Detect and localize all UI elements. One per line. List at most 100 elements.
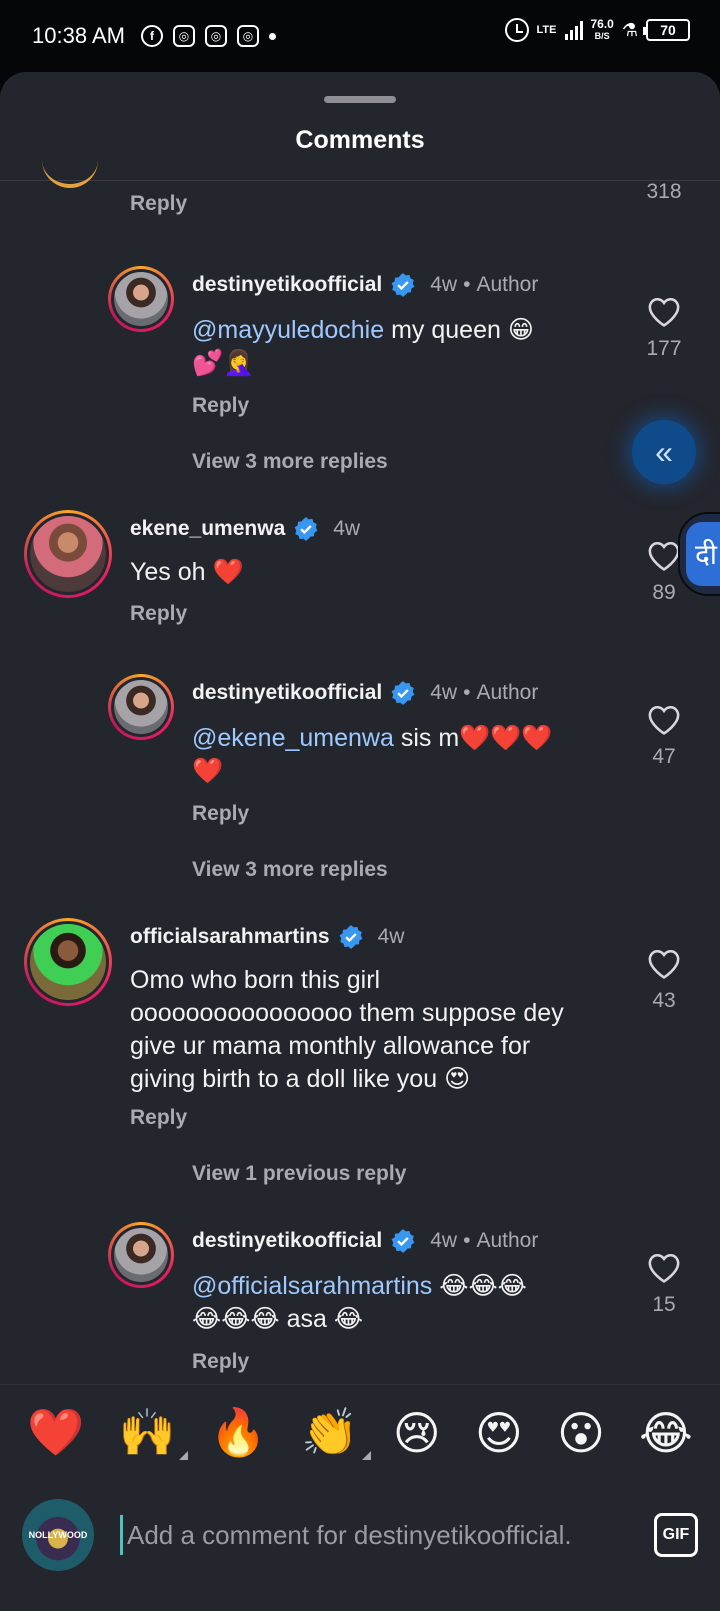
network-speed-unit: B/S (594, 30, 610, 41)
like-count: 177 (646, 337, 682, 360)
instagram-icon: ◎ (204, 25, 227, 47)
verified-badge-icon (339, 925, 362, 949)
like-count: 15 (652, 1293, 676, 1316)
translator-side-tab[interactable]: दी (678, 512, 720, 596)
comment-age: 4w (333, 517, 361, 540)
like-count: 318 (646, 180, 682, 203)
alarm-icon (504, 18, 529, 42)
reply-button[interactable]: Reply (130, 192, 187, 216)
comment-text: @mayyuledochie my queen 😁 💕🤦‍♀️ (192, 314, 592, 380)
like-button[interactable]: 15 (634, 1252, 694, 1317)
comment-username[interactable]: destinyetikoofficial (192, 273, 382, 297)
like-button[interactable]: 43 (634, 948, 694, 1013)
comment-text: Omo who born this girl oooooooooooooooo … (130, 964, 620, 1096)
emoji-quick-bar: ❤️ 🙌 🔥 👏 😢 😍 😮 😂 (0, 1384, 720, 1480)
sheet-title: Comments (295, 126, 425, 154)
avatar[interactable] (108, 674, 174, 740)
reply-button[interactable]: Reply (130, 1106, 187, 1130)
heart-icon (648, 705, 680, 735)
comment-meta: 4w • Author (430, 681, 539, 704)
verified-badge-icon (294, 517, 318, 541)
view-more-replies-button[interactable]: View 3 more replies (192, 858, 388, 882)
comment-age: 4w (430, 1229, 458, 1252)
view-previous-reply-button[interactable]: View 1 previous reply (192, 1162, 406, 1186)
heart-icon (648, 541, 680, 571)
emoji-laughing-button[interactable]: 😂 (639, 1406, 693, 1460)
emoji-raised-hands-button[interactable]: 🙌 (118, 1405, 189, 1460)
comment-age: 4w (377, 925, 405, 948)
battery-icon: 70 (643, 19, 690, 41)
my-avatar[interactable]: NOLLYWOOD (22, 1499, 94, 1571)
more-notifications-dot (268, 32, 276, 40)
mention-link[interactable]: @ekene_umenwa (192, 724, 394, 752)
comment-meta: 4w • Author (430, 273, 539, 296)
comment-text-line: giving birth to a doll like you 😍 (130, 1065, 471, 1093)
instagram-icon: ◎ (172, 25, 195, 47)
comment-username[interactable]: officialsarahmartins (130, 925, 330, 949)
verified-badge-icon (391, 681, 415, 705)
comment-username[interactable]: ekene_umenwa (130, 517, 285, 541)
comment-text-line: my queen 😁 (384, 316, 534, 344)
system-status: LTE 76.0 B/S ⚗ 70 (504, 16, 690, 42)
reply-button[interactable]: Reply (130, 602, 187, 626)
comment-text: @ekene_umenwa sis m❤️❤️❤️ ❤️ (192, 722, 592, 788)
comment-text: Yes oh ❤️ (130, 558, 244, 586)
mention-link[interactable]: @officialsarahmartins (192, 1272, 432, 1300)
avatar[interactable] (24, 918, 112, 1006)
comment-age: 4w (430, 681, 458, 704)
lab-flask-icon: ⚗ (621, 19, 638, 40)
heart-icon (648, 949, 680, 979)
notification-icons: f ◎ ◎ ◎ (140, 25, 276, 47)
emoji-heart-button[interactable]: ❤️ (27, 1405, 84, 1460)
like-count-area: 318 (634, 176, 694, 204)
collapse-replies-button[interactable]: « (632, 420, 696, 484)
reply-button[interactable]: Reply (192, 802, 249, 826)
comment-composer: NOLLYWOOD GIF (0, 1480, 720, 1590)
signal-icon (564, 20, 583, 40)
reply-button[interactable]: Reply (192, 394, 249, 418)
heart-icon (648, 1253, 680, 1283)
reply-button[interactable]: Reply (192, 1350, 249, 1374)
like-button[interactable]: 47 (634, 704, 694, 769)
network-speed-value: 76.0 (590, 16, 614, 31)
author-badge: Author (476, 273, 539, 296)
comment-header: ekene_umenwa 4w (130, 516, 360, 542)
like-count: 47 (652, 745, 676, 768)
emoji-surprised-button[interactable]: 😮 (557, 1406, 605, 1460)
mention-link[interactable]: @mayyuledochie (192, 316, 384, 344)
avatar[interactable] (108, 1222, 174, 1288)
view-more-replies-button[interactable]: View 3 more replies (192, 450, 388, 474)
comment-text-line: sis m❤️❤️❤️ (393, 724, 553, 752)
comment-text-line: oooooooooooooooo them suppose dey (130, 999, 564, 1027)
emoji-crying-button[interactable]: 😢 (393, 1406, 441, 1460)
drag-handle[interactable] (324, 96, 396, 103)
avatar[interactable] (108, 266, 174, 332)
status-bar: 10:38 AM f ◎ ◎ ◎ LTE 76.0 B/S ⚗ 70 (0, 0, 720, 72)
emoji-fire-button[interactable]: 🔥 (210, 1405, 267, 1460)
emoji-heart-eyes-button[interactable]: 😍 (475, 1406, 523, 1460)
comment-text-line: give ur mama monthly allowance for (130, 1032, 531, 1060)
comment-input[interactable] (120, 1515, 634, 1555)
gif-button[interactable]: GIF (654, 1513, 698, 1557)
title-divider (0, 180, 720, 181)
avatar[interactable] (24, 510, 112, 598)
like-button[interactable]: 177 (634, 296, 694, 361)
comment-username[interactable]: destinyetikoofficial (192, 1229, 382, 1253)
status-time: 10:38 AM (32, 23, 125, 48)
comments-sheet: Comments Reply 318 destinyetikoofficial … (0, 72, 720, 1611)
comment-text-line: 😂😂😂 (432, 1272, 527, 1300)
comment-text-line: 💕🤦‍♀️ (192, 349, 255, 377)
verified-badge-icon (391, 1229, 415, 1253)
author-badge: Author (476, 1229, 539, 1252)
heart-icon (648, 297, 680, 327)
comment-header: destinyetikoofficial 4w • Author (192, 680, 538, 706)
network-speed: 76.0 B/S (590, 16, 614, 42)
network-type: LTE (536, 24, 557, 36)
comment-username[interactable]: destinyetikoofficial (192, 681, 382, 705)
verified-badge-icon (391, 273, 415, 297)
comment-text-line: Omo who born this girl (130, 966, 381, 994)
comment-header: destinyetikoofficial 4w • Author (192, 1228, 538, 1254)
author-badge: Author (476, 681, 539, 704)
comment-header: destinyetikoofficial 4w • Author (192, 272, 538, 298)
emoji-clap-button[interactable]: 👏 (301, 1405, 371, 1460)
